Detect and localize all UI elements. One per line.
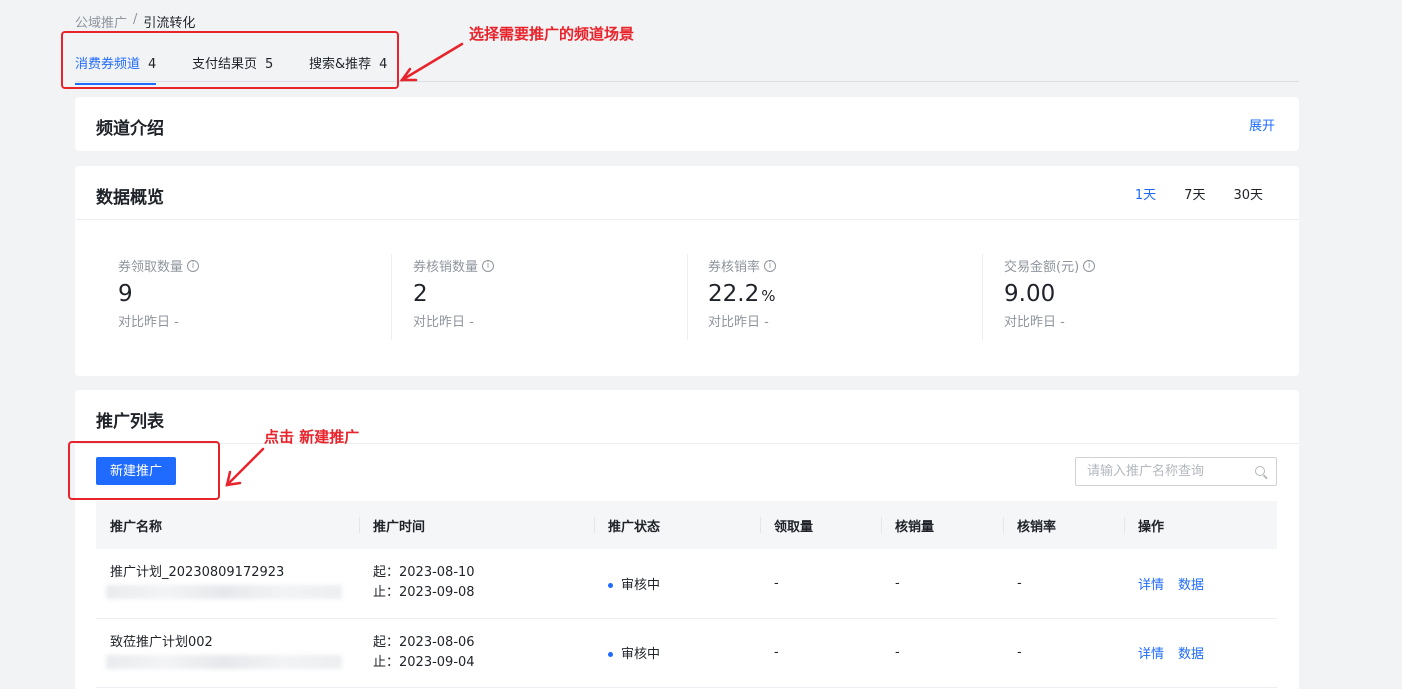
divider (75, 219, 1299, 220)
promotion-start: 起：2023-08-06 (373, 634, 475, 650)
search-input[interactable] (1087, 458, 1247, 485)
column-header: 推广名称 (96, 501, 359, 549)
column-header: 领取量 (760, 501, 881, 549)
metric-label: 券领取数量 (118, 260, 184, 275)
redeemed-count: - (881, 549, 1003, 619)
range-1-day[interactable]: 1天 (1135, 184, 1156, 203)
promotion-name: 推广计划_20230809172923 (110, 565, 285, 581)
search-box (1075, 457, 1277, 486)
metric-value: 9 (118, 281, 133, 307)
data-link[interactable]: 数据 (1178, 647, 1204, 662)
promotion-list-title: 推广列表 (96, 412, 164, 432)
data-overview-card: 数据概览 1天 7天 30天 券领取数量 i 9 对比昨日 - 券核销数量 i 2 … (75, 166, 1299, 376)
expand-link[interactable]: 展开 (1249, 115, 1275, 134)
metric-value: 9.00 (1004, 281, 1056, 307)
table-row: 致莅推广计划002 起：2023-08-06 止：2023-09-04 审核中 … (96, 618, 1277, 688)
detail-link[interactable]: 详情 (1138, 578, 1164, 593)
channel-intro-title: 频道介绍 (96, 119, 164, 139)
metric-value: 2 (413, 281, 428, 307)
info-icon[interactable]: i (764, 259, 777, 272)
column-header: 推广时间 (359, 501, 594, 549)
breadcrumb-separator: / (133, 12, 138, 27)
metric-redemption-rate: 券核销率 i 22.2% 对比昨日 - (708, 256, 1003, 330)
claimed-count: - (760, 549, 881, 619)
redeemed-count: - (881, 618, 1003, 688)
metric-coupons-claimed: 券领取数量 i 9 对比昨日 - (118, 256, 413, 330)
detail-link[interactable]: 详情 (1138, 647, 1164, 662)
annotation-box-tabs (61, 31, 399, 89)
claimed-count: - (760, 618, 881, 688)
promotion-end: 止：2023-09-04 (373, 654, 475, 670)
column-header: 核销量 (881, 501, 1003, 549)
metric-compare: 对比昨日 - (708, 315, 769, 330)
data-link[interactable]: 数据 (1178, 578, 1204, 593)
info-icon[interactable]: i (187, 259, 200, 272)
info-icon[interactable]: i (482, 259, 495, 272)
column-header: 核销率 (1003, 501, 1124, 549)
metric-compare: 对比昨日 - (1004, 315, 1065, 330)
annotation-box-new-button (68, 441, 220, 500)
divider (687, 254, 688, 340)
metric-label: 券核销数量 (413, 260, 479, 275)
metric-transaction-amount: 交易金额(元) i 9.00 对比昨日 - (1004, 256, 1299, 330)
metric-value: 22.2 (708, 281, 760, 307)
channel-intro-card: 频道介绍 展开 (75, 97, 1299, 151)
annotation-text-new-button: 点击 新建推广 (264, 428, 360, 446)
promotion-end: 止：2023-09-08 (373, 585, 475, 601)
metric-compare: 对比昨日 - (413, 315, 474, 330)
breadcrumb: 公域推广 / 引流转化 (75, 12, 195, 31)
status-dot-icon (608, 652, 613, 657)
metric-label: 交易金额(元) (1004, 260, 1080, 275)
range-30-days[interactable]: 30天 (1233, 184, 1263, 203)
column-header: 推广状态 (594, 501, 760, 549)
promotion-start: 起：2023-08-10 (373, 565, 475, 581)
column-header: 操作 (1124, 501, 1277, 549)
metric-label: 券核销率 (708, 260, 761, 275)
breadcrumb-root[interactable]: 公域推广 (75, 12, 127, 31)
promotion-list-card: 推广列表 新建推广 推广名称 推广时间 推广状态 领取量 核销量 核销率 操作 … (75, 390, 1299, 689)
table-row: 推广计划_20230809172923 起：2023-08-10 止：2023-… (96, 549, 1277, 619)
search-icon[interactable] (1255, 466, 1265, 476)
redacted-text (106, 585, 342, 600)
breadcrumb-current: 引流转化 (143, 16, 196, 31)
redemption-rate: - (1003, 618, 1124, 688)
table-header-row: 推广名称 推广时间 推广状态 领取量 核销量 核销率 操作 (96, 501, 1277, 549)
status-dot-icon (608, 582, 613, 588)
redacted-text (106, 654, 342, 669)
status-badge: 审核中 (621, 647, 661, 662)
range-7-days[interactable]: 7天 (1184, 184, 1205, 203)
metric-compare: 对比昨日 - (118, 315, 179, 330)
metric-coupons-redeemed: 券核销数量 i 2 对比昨日 - (413, 256, 708, 330)
redemption-rate: - (1003, 549, 1124, 619)
divider (75, 443, 1299, 444)
annotation-text-tabs: 选择需要推广的频道场景 (469, 25, 635, 43)
promotion-table: 推广名称 推广时间 推广状态 领取量 核销量 核销率 操作 推广计划_20230… (96, 501, 1277, 688)
time-range-selector: 1天 7天 30天 (1135, 184, 1263, 203)
status-badge: 审核中 (621, 577, 661, 593)
metric-unit: % (761, 287, 776, 305)
info-icon[interactable]: i (1083, 259, 1096, 272)
divider (391, 254, 392, 340)
divider (982, 254, 983, 340)
data-overview-title: 数据概览 (96, 188, 164, 208)
promotion-name: 致莅推广计划002 (110, 634, 213, 650)
